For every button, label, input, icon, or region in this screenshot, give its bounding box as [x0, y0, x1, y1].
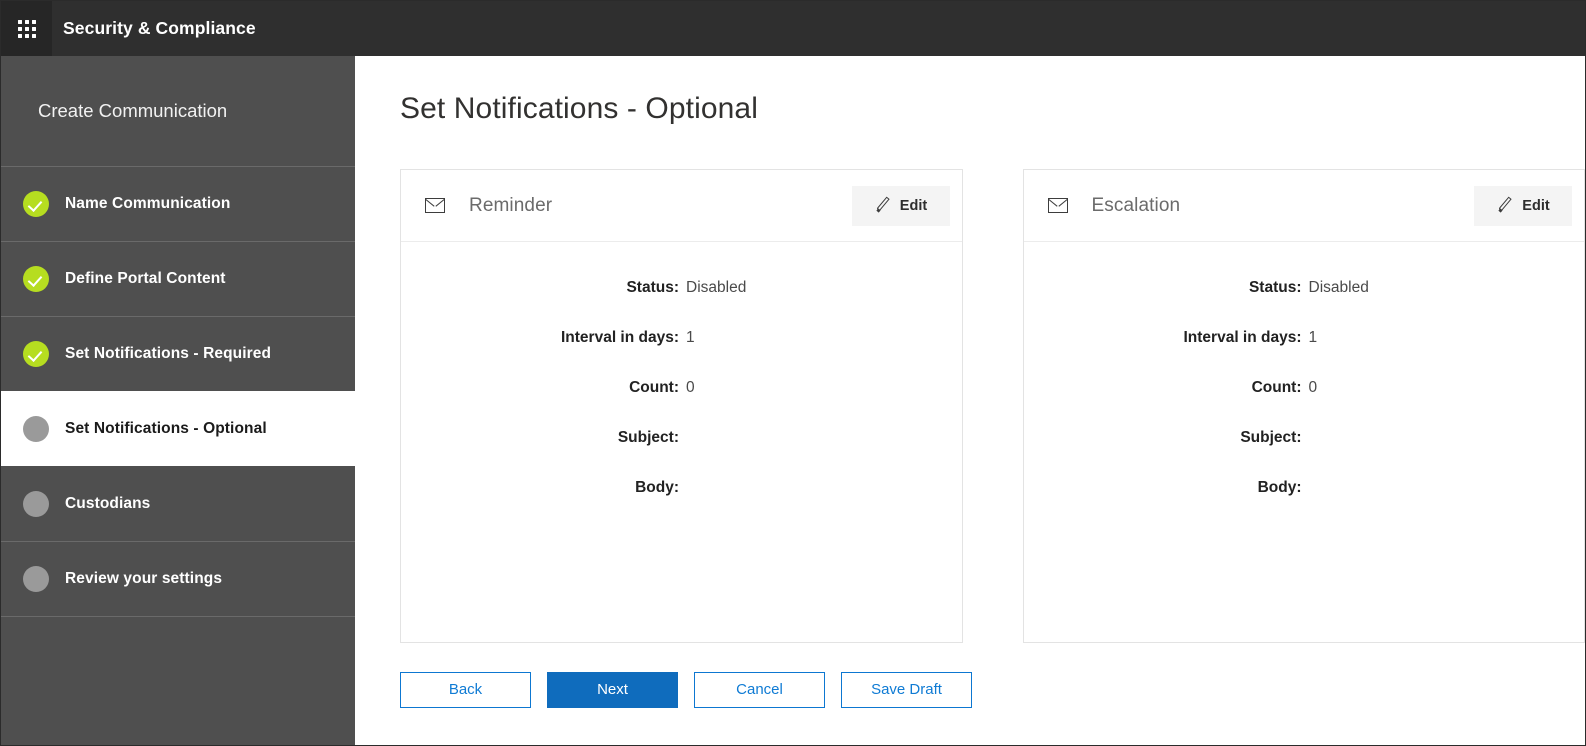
app-window: Security & Compliance Create Communicati…: [0, 0, 1586, 746]
field-value: 1: [1308, 329, 1318, 346]
wizard-sidebar: Create Communication Name Communication …: [1, 56, 355, 745]
reminder-card-title: Reminder: [469, 194, 553, 216]
step-pending-dot-icon: [23, 491, 49, 517]
escalation-card-title: Escalation: [1091, 194, 1181, 216]
back-button[interactable]: Back: [400, 672, 531, 708]
wizard-footer-actions: Back Next Cancel Save Draft: [400, 672, 1585, 708]
field-value: [1302, 422, 1309, 454]
save-draft-button[interactable]: Save Draft: [841, 672, 972, 708]
next-button[interactable]: Next: [547, 672, 678, 708]
field-label: Interval in days:: [560, 329, 679, 346]
reminder-interval-row: Interval in days: 1: [401, 322, 962, 354]
escalation-body-row: Body:: [1024, 472, 1585, 504]
notification-cards-row: Reminder Edit Status: Disabled Interval …: [400, 169, 1585, 643]
escalation-count-row: Count: 0: [1024, 372, 1585, 404]
envelope-icon: [1047, 198, 1068, 213]
field-label: Count:: [629, 379, 679, 396]
field-label: Status:: [1248, 279, 1302, 296]
field-value: Disabled: [686, 279, 747, 296]
reminder-subject-row: Subject:: [401, 422, 962, 454]
sidebar-item-set-notifications-optional[interactable]: Set Notifications - Optional: [1, 391, 355, 466]
step-complete-check-icon: [23, 191, 49, 217]
sidebar-item-label: Name Communication: [65, 195, 231, 212]
reminder-card-header: Reminder Edit: [401, 170, 962, 242]
sidebar-item-label: Define Portal Content: [65, 270, 226, 287]
sidebar-item-name-communication[interactable]: Name Communication: [1, 166, 355, 241]
sidebar-item-label: Set Notifications - Required: [65, 345, 272, 362]
field-label: Body:: [1257, 479, 1302, 496]
field-label: Subject:: [617, 429, 679, 446]
reminder-edit-label: Edit: [899, 197, 928, 214]
reminder-body-row: Body:: [401, 472, 962, 504]
reminder-card: Reminder Edit Status: Disabled Interval …: [400, 169, 963, 643]
escalation-edit-button[interactable]: Edit: [1474, 185, 1572, 226]
field-value: Disabled: [1308, 279, 1369, 296]
field-label: Status:: [626, 279, 679, 296]
sidebar-empty-area: [1, 616, 355, 745]
sidebar-item-custodians[interactable]: Custodians: [1, 466, 355, 541]
field-label: Interval in days:: [1183, 329, 1302, 346]
field-label: Body:: [635, 479, 679, 496]
step-pending-dot-icon: [23, 566, 49, 592]
body-container: Create Communication Name Communication …: [1, 56, 1585, 745]
field-value: [679, 422, 686, 454]
step-pending-dot-icon: [23, 416, 49, 442]
reminder-count-row: Count: 0: [401, 372, 962, 404]
app-launcher-button[interactable]: [1, 1, 52, 56]
main-content: Set Notifications - Optional Reminder Ed…: [355, 56, 1585, 745]
envelope-icon: [425, 198, 445, 213]
field-value: [679, 472, 686, 504]
reminder-card-title-group: Reminder: [425, 195, 852, 217]
reminder-edit-button[interactable]: Edit: [851, 185, 950, 226]
step-complete-check-icon: [23, 341, 49, 367]
page-title: Set Notifications - Optional: [400, 92, 758, 125]
pencil-icon: [874, 197, 891, 214]
escalation-edit-label: Edit: [1522, 197, 1550, 214]
escalation-card: Escalation Edit Status: Disabled Interva…: [1022, 169, 1585, 643]
escalation-status-row: Status: Disabled: [1024, 272, 1585, 304]
app-title: Security & Compliance: [63, 18, 256, 38]
field-value: 0: [686, 379, 695, 396]
app-launcher-grid-icon: [17, 19, 36, 38]
sidebar-item-label: Custodians: [65, 495, 151, 512]
sidebar-item-set-notifications-required[interactable]: Set Notifications - Required: [1, 316, 355, 391]
field-value: 0: [1308, 379, 1318, 396]
field-value: 1: [686, 329, 695, 346]
escalation-subject-row: Subject:: [1024, 422, 1585, 454]
sidebar-heading: Create Communication: [38, 100, 228, 121]
reminder-card-body: Status: Disabled Interval in days: 1 Cou…: [401, 242, 962, 642]
escalation-card-header: Escalation Edit: [1023, 170, 1584, 242]
sidebar-item-define-portal-content[interactable]: Define Portal Content: [1, 241, 355, 316]
escalation-card-title-group: Escalation: [1047, 194, 1475, 217]
field-value: [1302, 472, 1309, 504]
escalation-card-body: Status: Disabled Interval in days: 1 Cou…: [1024, 242, 1585, 642]
reminder-status-row: Status: Disabled: [401, 272, 962, 304]
sidebar-item-label: Set Notifications - Optional: [65, 420, 267, 437]
pencil-icon: [1496, 197, 1513, 214]
field-label: Subject:: [1240, 429, 1302, 446]
sidebar-item-review-your-settings[interactable]: Review your settings: [1, 541, 355, 616]
sidebar-item-label: Review your settings: [65, 570, 223, 587]
field-label: Count:: [1251, 379, 1302, 396]
escalation-interval-row: Interval in days: 1: [1024, 322, 1585, 354]
cancel-button[interactable]: Cancel: [694, 672, 825, 708]
step-complete-check-icon: [23, 266, 49, 292]
top-navigation-bar: Security & Compliance: [1, 1, 1585, 56]
